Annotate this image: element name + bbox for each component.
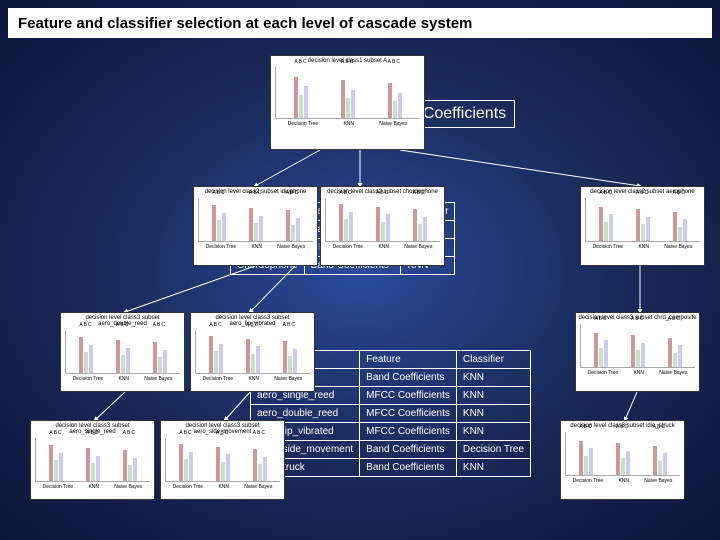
mini-bar-chart: decision level class2 subset idiophoneAB…: [193, 186, 318, 266]
mini-bar-chart: decision level class3 subset aero_double…: [60, 312, 185, 392]
t3-h2: Classifier: [456, 351, 530, 369]
t3-h1: Feature: [360, 351, 457, 369]
table-row: aero_lip_vibratedMFCC CoefficientsKNN: [251, 423, 531, 441]
mini-bar-chart: decision level class3 subset idio_struck…: [560, 420, 685, 500]
mini-bar-chart: decision level class3 subset aero_single…: [30, 420, 155, 500]
mini-bar-chart: decision level class3 subset chrd_compos…: [575, 312, 700, 392]
table-row: aero_double_reedMFCC CoefficientsKNN: [251, 405, 531, 423]
mini-bar-chart: decision level class2 subset aerophoneAB…: [580, 186, 705, 266]
table-row: idio_struckBand CoefficientsKNN: [251, 459, 531, 477]
mini-bar-chart: decision level class3 subset aero_lip_vi…: [190, 312, 315, 392]
mini-bar-chart: decision level class3 subset aero_side_m…: [160, 420, 285, 500]
table-row: aero_side_movementBand CoefficientsDecis…: [251, 441, 531, 459]
mini-bar-chart: decision level class1 subset AABCABCABCD…: [270, 55, 425, 150]
slide-title: Feature and classifier selection at each…: [8, 8, 712, 38]
mini-bar-chart: decision level class2 subset chordophone…: [320, 186, 445, 266]
